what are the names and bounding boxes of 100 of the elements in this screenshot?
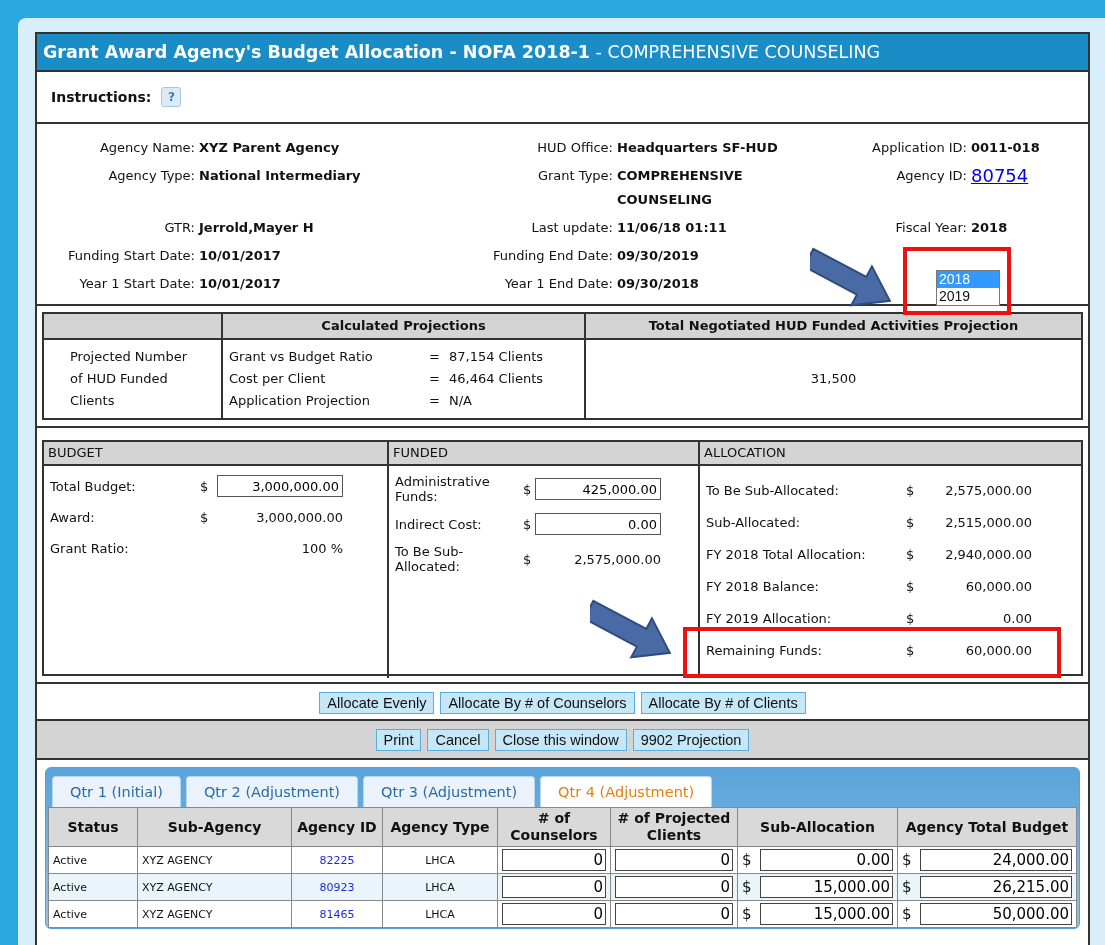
- equals-sign: =: [429, 348, 441, 366]
- amount-value: 2,575,000.00: [944, 482, 1032, 498]
- currency-sign: $: [906, 482, 916, 498]
- calc-value: 46,464 Clients: [449, 370, 545, 388]
- amount-value: 2,515,000.00: [944, 514, 1032, 530]
- action-button[interactable]: Cancel: [427, 729, 489, 751]
- year-listbox[interactable]: 2018 2019: [936, 270, 1000, 306]
- amount-label: To Be Sub-Allocated:: [706, 482, 840, 498]
- amount-field[interactable]: 15,000.00: [759, 876, 893, 898]
- table-cell: Active: [48, 873, 138, 901]
- amount-label: Grant Ratio:: [50, 540, 130, 556]
- calc-label: Grant vs Budget Ratio: [229, 348, 374, 366]
- amount-label: Sub-Allocated:: [706, 514, 802, 530]
- field-label: Fiscal Year:: [895, 219, 967, 237]
- amount-label: Indirect Cost:: [395, 516, 483, 532]
- field-label: Agency Type:: [108, 167, 195, 185]
- count-field[interactable]: 0: [502, 903, 606, 925]
- instructions-label: Instructions:: [51, 89, 152, 105]
- allocate-button[interactable]: Allocate By # of Counselors: [440, 692, 635, 714]
- field-label: Funding End Date:: [492, 247, 613, 265]
- field-label: Agency ID:: [896, 167, 967, 185]
- currency-sign: $: [906, 546, 916, 562]
- help-button[interactable]: ?: [161, 87, 182, 107]
- agency-id-link[interactable]: 80754: [971, 164, 1029, 188]
- field-label: Year 1 Start Date:: [79, 275, 195, 293]
- field-value: COMPREHENSIVE COUNSELING: [617, 167, 744, 209]
- currency-sign: $: [742, 851, 752, 869]
- currency-sign: $: [902, 905, 912, 923]
- tab[interactable]: Qtr 3 (Adjustment): [363, 776, 536, 807]
- field-value: Jerrold,Mayer H: [199, 219, 314, 237]
- currency-sign: $: [906, 642, 916, 658]
- amount-field[interactable]: 24,000.00: [919, 849, 1072, 871]
- column-header: Agency ID: [291, 807, 383, 847]
- calc-label: Cost per Client: [229, 370, 327, 388]
- allocate-button[interactable]: Allocate By # of Clients: [640, 692, 806, 714]
- field-value: 2018: [971, 219, 1008, 237]
- amount-value: 60,000.00: [964, 578, 1032, 594]
- agency-id-link[interactable]: 80923: [319, 880, 355, 894]
- calc-label: Application Projection: [229, 392, 372, 410]
- amount-label: FY 2019 Allocation:: [706, 610, 833, 626]
- panel-header: ALLOCATION: [700, 442, 1081, 466]
- currency-sign: $: [906, 578, 916, 594]
- column-header: Agency Type: [382, 807, 498, 847]
- amount-field[interactable]: 0.00: [535, 513, 661, 535]
- year-option[interactable]: 2019: [937, 288, 999, 305]
- field-label: Last update:: [531, 219, 613, 237]
- currency-sign: $: [902, 878, 912, 896]
- count-field[interactable]: 0: [615, 876, 733, 898]
- currency-sign: $: [523, 551, 533, 567]
- field-value: 0011-018: [971, 139, 1040, 157]
- action-button[interactable]: Close this window: [494, 729, 627, 751]
- equals-sign: =: [429, 370, 441, 388]
- column-header: Status: [48, 807, 138, 847]
- tab[interactable]: Qtr 1 (Initial): [52, 776, 181, 807]
- panel-header: BUDGET: [44, 442, 387, 466]
- field-label: Application ID:: [872, 139, 967, 157]
- table-cell: Active: [48, 846, 138, 874]
- amount-field[interactable]: 3,000,000.00: [217, 475, 343, 497]
- currency-sign: $: [902, 851, 912, 869]
- amount-field[interactable]: 26,215.00: [919, 876, 1072, 898]
- count-field[interactable]: 0: [615, 903, 733, 925]
- action-button[interactable]: 9902 Projection: [632, 729, 750, 751]
- amount-field[interactable]: 50,000.00: [919, 903, 1072, 925]
- count-field[interactable]: 0: [502, 876, 606, 898]
- amount-label: Award:: [50, 509, 96, 525]
- action-button[interactable]: Print: [375, 729, 422, 751]
- amount-field[interactable]: 425,000.00: [535, 478, 661, 500]
- amount-field[interactable]: 15,000.00: [759, 903, 893, 925]
- row-label: Projected Number of HUD Funded Clients: [69, 348, 189, 410]
- amount-value: 100 %: [300, 540, 343, 556]
- calc-value: N/A: [449, 392, 473, 410]
- column-header: Calculated Projections: [221, 314, 584, 340]
- table-cell: XYZ AGENCY: [137, 846, 292, 874]
- amount-value: 0.00: [1002, 610, 1032, 626]
- panel-header: FUNDED: [389, 442, 698, 466]
- agency-id-link[interactable]: 82225: [319, 853, 355, 867]
- tab[interactable]: Qtr 2 (Adjustment): [185, 776, 359, 807]
- table-cell: LHCA: [382, 873, 498, 901]
- column-header: Total Negotiated HUD Funded Activities Projection: [584, 314, 1081, 340]
- count-field[interactable]: 0: [615, 849, 733, 871]
- column-header: Sub-Allocation: [737, 807, 898, 847]
- agency-id-link[interactable]: 81465: [319, 907, 355, 921]
- allocate-button[interactable]: Allocate Evenly: [319, 692, 435, 714]
- currency-sign: $: [742, 905, 752, 923]
- column-header: # of Projected Clients: [610, 807, 738, 847]
- field-value: 11/06/18 01:11: [617, 219, 727, 237]
- currency-sign: $: [906, 610, 916, 626]
- amount-value: 2,940,000.00: [944, 546, 1032, 562]
- table-cell: XYZ AGENCY: [137, 873, 292, 901]
- currency-sign: $: [742, 878, 752, 896]
- amount-label: FY 2018 Balance:: [706, 578, 820, 594]
- field-label: HUD Office:: [537, 139, 613, 157]
- table-cell: LHCA: [382, 846, 498, 874]
- calc-value: 87,154 Clients: [449, 348, 545, 366]
- count-field[interactable]: 0: [502, 849, 606, 871]
- table-cell: Active: [48, 900, 138, 928]
- amount-value: 60,000.00: [964, 642, 1032, 658]
- amount-field[interactable]: 0.00: [759, 849, 893, 871]
- field-label: Year 1 End Date:: [504, 275, 613, 293]
- field-value: 09/30/2019: [617, 247, 699, 265]
